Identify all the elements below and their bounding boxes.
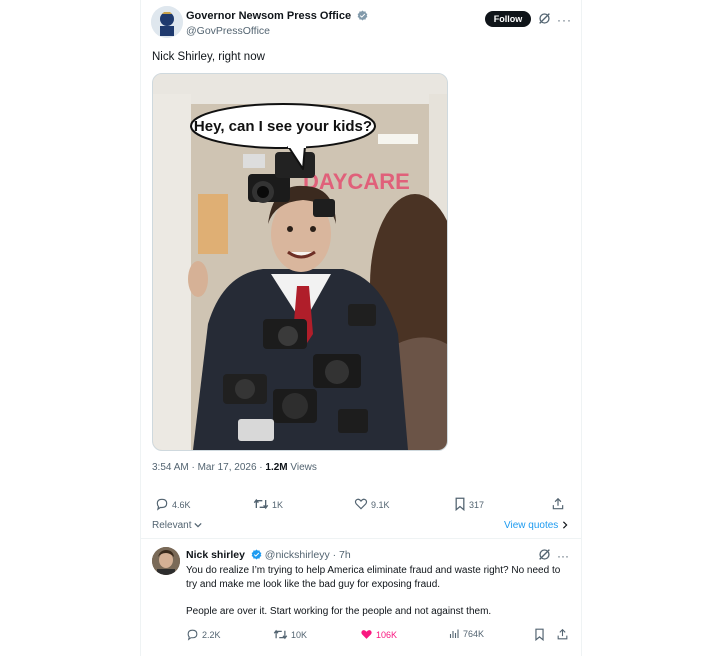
chevron-down-icon [194, 522, 202, 528]
speech-bubble-text: Hey, can I see your kids? [194, 118, 372, 135]
reply-author[interactable]: Nick shirley @nickshirleyy · 7h [186, 549, 351, 561]
like-button[interactable]: 9.1K [354, 497, 390, 511]
reply-text: You do realize I’m trying to help Americ… [186, 564, 571, 633]
bookmark-icon [455, 497, 465, 512]
reply-icon [156, 498, 168, 511]
reply-button[interactable]: 4.6K [155, 497, 191, 511]
reply-bookmark-button[interactable] [534, 628, 548, 642]
reply-icon [187, 629, 198, 641]
reply-repost-button[interactable]: 10K [273, 628, 307, 641]
follow-button[interactable]: Follow [485, 11, 531, 27]
reply-author-name[interactable]: Nick shirley [186, 549, 245, 561]
more-options-icon[interactable]: ··· [557, 13, 572, 27]
reply-author-avatar[interactable] [152, 547, 180, 575]
share-icon [557, 628, 568, 640]
reply-paragraph: You do realize I’m trying to help Americ… [186, 565, 561, 590]
divider [141, 538, 581, 539]
tweet-meta: 3:54 AM · Mar 17, 2026 · 1.2M Views [152, 462, 317, 473]
repost-icon [273, 629, 288, 640]
sort-dropdown[interactable]: Relevant [152, 520, 202, 531]
analytics-icon [449, 629, 459, 638]
heart-icon [354, 498, 368, 510]
grok-icon[interactable] [538, 12, 551, 25]
tweet-image[interactable]: DAYCARE Hey, can I see your kids? [152, 73, 448, 451]
timestamp[interactable]: 3:54 AM · Mar 17, 2026 · [152, 462, 265, 473]
chevron-right-icon [563, 521, 568, 529]
reply-views-button[interactable]: 764K [448, 628, 484, 640]
repost-icon [253, 498, 269, 510]
bookmark-button[interactable]: 317 [454, 497, 484, 512]
reply-author-handle[interactable]: @nickshirleyy · 7h [265, 549, 351, 561]
grok-icon[interactable] [538, 548, 551, 561]
verified-badge-icon [251, 549, 262, 560]
author-handle[interactable]: @GovPressOffice [186, 25, 270, 37]
reply-reply-button[interactable]: 2.2K [186, 628, 221, 641]
reply-more-options-icon[interactable]: ··· [557, 549, 569, 563]
bookmark-icon [535, 628, 544, 642]
verified-badge-icon [357, 10, 368, 21]
heart-filled-icon [361, 630, 372, 639]
reply-like-button[interactable]: 106K [360, 628, 397, 641]
views-count: 1.2M [265, 462, 288, 473]
author-name[interactable]: Governor Newsom Press Office [186, 10, 368, 22]
author-avatar[interactable] [151, 6, 183, 38]
reply-share-button[interactable] [556, 628, 572, 641]
views-label: Views [287, 462, 317, 473]
view-quotes-link[interactable]: View quotes [504, 520, 569, 531]
reply-paragraph: People are over it. Start working for th… [186, 606, 492, 617]
share-icon [552, 497, 564, 510]
tweet-card: Governor Newsom Press Office @GovPressOf… [140, 0, 582, 656]
repost-button[interactable]: 1K [253, 497, 283, 511]
tweet-text: Nick Shirley, right now [152, 51, 265, 63]
share-button[interactable] [551, 497, 568, 511]
